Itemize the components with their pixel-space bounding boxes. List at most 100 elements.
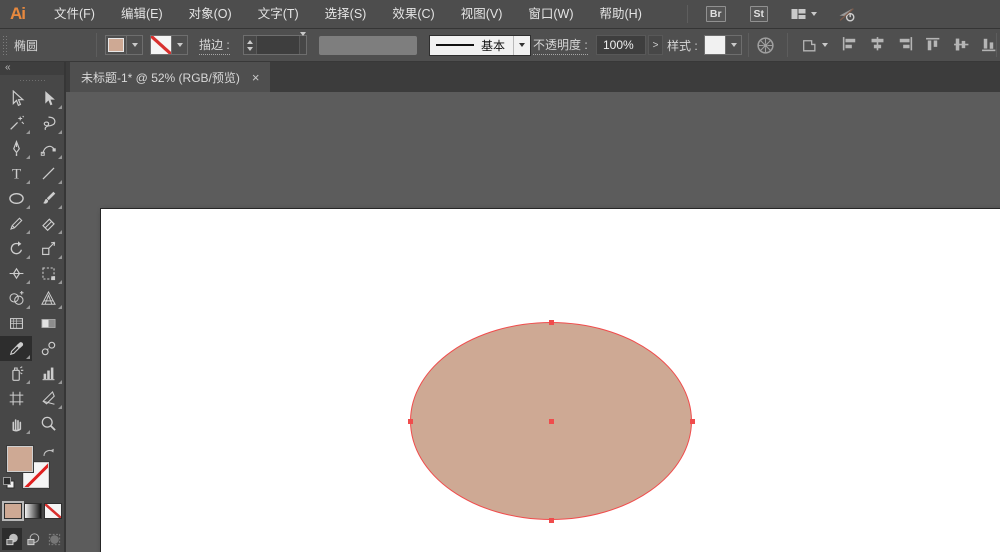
- type-tool[interactable]: T: [0, 161, 32, 186]
- align-to-selection-icon[interactable]: [800, 29, 828, 61]
- anchor-point[interactable]: [549, 518, 554, 523]
- horizontal-align-right-icon[interactable]: [897, 36, 914, 55]
- style-label: 样式 :: [667, 29, 698, 61]
- vertical-align-top-icon[interactable]: [925, 36, 942, 55]
- horizontal-align-left-icon[interactable]: [841, 36, 858, 55]
- eraser-tool[interactable]: [32, 211, 64, 236]
- gradient-tool[interactable]: [32, 311, 64, 336]
- none-button[interactable]: [44, 503, 62, 519]
- draw-behind-mode[interactable]: [23, 528, 43, 550]
- menu-effect[interactable]: 效果(C): [379, 0, 447, 29]
- stroke-weight-input[interactable]: [257, 36, 299, 54]
- fill-color-swatch[interactable]: [106, 36, 127, 54]
- opacity-expand-button[interactable]: >: [648, 35, 663, 55]
- chevron-down-icon[interactable]: [172, 36, 187, 54]
- color-button[interactable]: [4, 503, 22, 519]
- stroke-weight-label[interactable]: 描边 :: [199, 29, 230, 61]
- blend-tool[interactable]: [32, 336, 64, 361]
- controlbar-grip[interactable]: [2, 35, 9, 55]
- draw-inside-mode: [44, 528, 64, 550]
- controlbar-divider: [787, 33, 788, 57]
- line-segment-tool[interactable]: [32, 161, 64, 186]
- menu-view[interactable]: 视图(V): [448, 0, 516, 29]
- eyedropper-tool[interactable]: [0, 336, 32, 361]
- bridge-button[interactable]: Br: [706, 6, 726, 22]
- slice-tool[interactable]: [32, 386, 64, 411]
- stroke-profile-dropdown[interactable]: 基本: [429, 35, 531, 56]
- fill-swatch[interactable]: [7, 446, 33, 472]
- graph-tool[interactable]: [32, 361, 64, 386]
- menubar-right-cluster: Br St: [677, 5, 865, 23]
- lasso-tool[interactable]: [32, 111, 64, 136]
- rotate-tool[interactable]: [0, 236, 32, 261]
- draw-normal-mode[interactable]: [2, 528, 22, 550]
- close-icon[interactable]: ×: [252, 71, 260, 84]
- pasteboard[interactable]: [66, 92, 1000, 552]
- illustrator-window: Ai 文件(F)编辑(E)对象(O)文字(T)选择(S)效果(C)视图(V)窗口…: [0, 0, 1000, 552]
- document-tab[interactable]: 未标题-1* @ 52% (RGB/预览) ×: [70, 62, 270, 92]
- anchor-point[interactable]: [408, 419, 413, 424]
- perspective-grid-tool[interactable]: [32, 286, 64, 311]
- selection-tool[interactable]: [0, 86, 32, 111]
- menu-window[interactable]: 窗口(W): [515, 0, 586, 29]
- stock-button[interactable]: St: [750, 6, 769, 22]
- graphic-style-dropdown[interactable]: [704, 35, 742, 55]
- menu-help[interactable]: 帮助(H): [587, 0, 655, 29]
- stroke-weight-stepper[interactable]: [244, 36, 257, 54]
- menu-bar: Ai 文件(F)编辑(E)对象(O)文字(T)选择(S)效果(C)视图(V)窗口…: [0, 0, 1000, 29]
- tools-panel: « T: [0, 62, 66, 552]
- opacity-label[interactable]: 不透明度 :: [533, 29, 588, 61]
- gpu-performance-icon[interactable]: [837, 6, 857, 23]
- menu-select[interactable]: 选择(S): [312, 0, 380, 29]
- symbol-sprayer-tool[interactable]: [0, 361, 32, 386]
- recolor-artwork-icon[interactable]: [756, 29, 775, 61]
- direct-selection-tool[interactable]: [32, 86, 64, 111]
- toolbar-collapse-button[interactable]: «: [0, 62, 64, 75]
- controlbar-divider: [996, 33, 997, 57]
- gradient-button[interactable]: [24, 503, 42, 519]
- hand-tool[interactable]: [0, 411, 32, 436]
- zoom-tool[interactable]: [32, 411, 64, 436]
- workspace-switcher-icon[interactable]: [790, 6, 817, 22]
- ellipse-tool[interactable]: [0, 186, 32, 211]
- controlbar-divider: [96, 33, 97, 57]
- horizontal-align-center-icon[interactable]: [869, 36, 886, 55]
- paintbrush-tool[interactable]: [32, 186, 64, 211]
- anchor-point[interactable]: [690, 419, 695, 424]
- menubar-divider: [687, 5, 688, 23]
- chevron-down-icon[interactable]: [299, 36, 306, 54]
- mesh-tool[interactable]: [0, 311, 32, 336]
- chevron-down-icon[interactable]: [726, 36, 741, 54]
- width-tool[interactable]: [0, 261, 32, 286]
- pencil-tool[interactable]: [0, 211, 32, 236]
- scale-tool[interactable]: [32, 236, 64, 261]
- artboard-tool[interactable]: [0, 386, 32, 411]
- chevron-down-icon[interactable]: [127, 36, 142, 54]
- toolbar-grip[interactable]: [0, 75, 64, 86]
- controlbar-divider: [748, 33, 749, 57]
- anchor-point[interactable]: [549, 320, 554, 325]
- svg-text:T: T: [11, 166, 20, 182]
- graphic-style-swatch[interactable]: [705, 36, 726, 54]
- pen-tool[interactable]: [0, 136, 32, 161]
- menu-file[interactable]: 文件(F): [41, 0, 108, 29]
- current-tool-label: 椭圆: [14, 29, 38, 61]
- chevron-down-icon[interactable]: [513, 36, 530, 55]
- shape-builder-tool[interactable]: [0, 286, 32, 311]
- main-menus: 文件(F)编辑(E)对象(O)文字(T)选择(S)效果(C)视图(V)窗口(W)…: [41, 0, 655, 28]
- menu-type[interactable]: 文字(T): [245, 0, 312, 29]
- magic-wand-tool[interactable]: [0, 111, 32, 136]
- center-anchor-point[interactable]: [549, 419, 554, 424]
- control-bar: 椭圆 描边 :: [0, 29, 1000, 62]
- default-fill-stroke-icon[interactable]: [2, 476, 16, 495]
- stroke-color-dropdown[interactable]: [150, 35, 188, 55]
- curvature-tool[interactable]: [32, 136, 64, 161]
- menu-edit[interactable]: 编辑(E): [108, 0, 176, 29]
- color-type-buttons: [0, 503, 64, 519]
- opacity-input[interactable]: 100%: [596, 35, 646, 55]
- menu-object[interactable]: 对象(O): [176, 0, 245, 29]
- free-transform-tool[interactable]: [32, 261, 64, 286]
- vertical-align-center-icon[interactable]: [953, 36, 970, 55]
- stroke-none-swatch[interactable]: [151, 36, 172, 54]
- fill-color-dropdown[interactable]: [105, 35, 143, 55]
